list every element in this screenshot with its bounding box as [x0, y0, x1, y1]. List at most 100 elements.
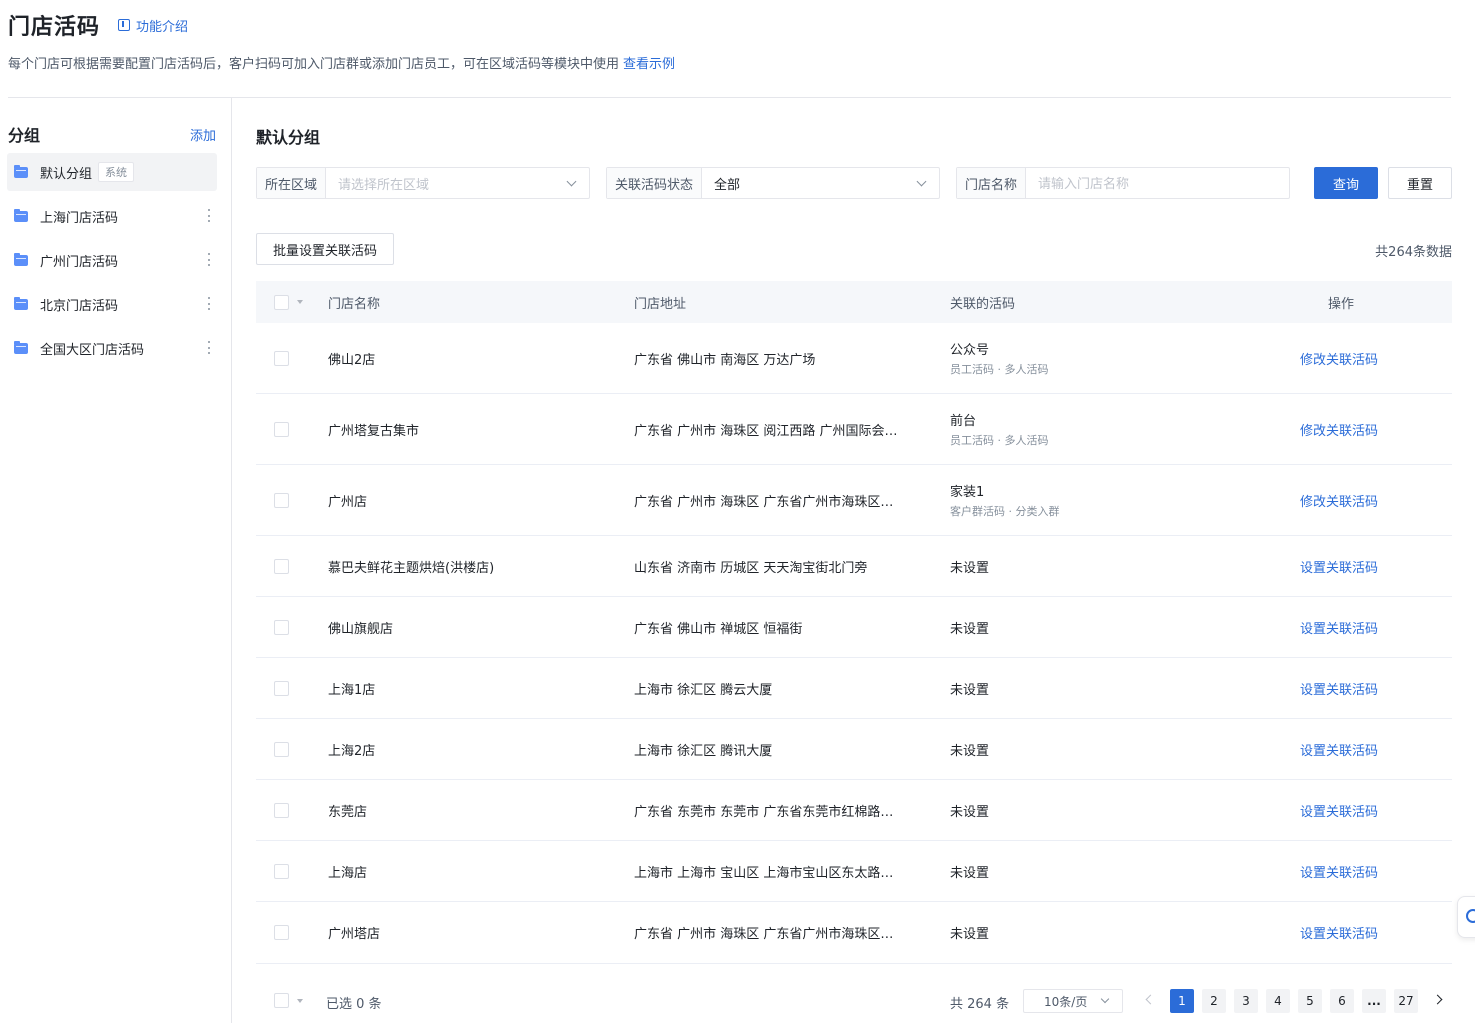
- set-linked-code-link[interactable]: 设置关联活码: [1300, 740, 1378, 759]
- code-name: 未设置: [950, 743, 990, 759]
- code-type: 员工活码 · 多人活码: [950, 434, 1049, 447]
- sidebar-item-label: 广州门店活码: [40, 254, 119, 270]
- more-vertical-icon[interactable]: [208, 297, 211, 310]
- caret-down-icon[interactable]: [297, 300, 303, 304]
- table-row: 广州店 广东省 广州市 海珠区 广东省广州市海珠区阅江西路 家装1 客户群活码 …: [256, 465, 1452, 536]
- page-2-button[interactable]: 2: [1202, 989, 1226, 1013]
- group-list: 默认分组 系统 上海门店活码 广州门店活码 北京门店活码 全国大区门店活码: [7, 153, 217, 373]
- table-row: 上海店 上海市 上海市 宝山区 上海市宝山区东太路大厦 未设置 设置关联活码: [256, 841, 1452, 902]
- set-linked-code-link[interactable]: 设置关联活码: [1300, 923, 1378, 942]
- chevron-down-icon: [1100, 994, 1110, 1004]
- page-5-button[interactable]: 5: [1298, 989, 1322, 1013]
- total-data-count: 共264条数据: [1375, 245, 1452, 260]
- store-name-input[interactable]: [1026, 168, 1289, 198]
- code-name: 未设置: [950, 621, 990, 637]
- page-27-button[interactable]: 27: [1394, 989, 1418, 1013]
- page-6-button[interactable]: 6: [1330, 989, 1354, 1013]
- chevron-down-icon: [916, 176, 927, 186]
- select-all-checkbox[interactable]: [274, 294, 289, 310]
- page-header: 门店活码 功能介绍: [8, 10, 188, 40]
- more-vertical-icon[interactable]: [208, 209, 211, 222]
- col-operation: 操作: [1328, 296, 1355, 312]
- region-select[interactable]: 所在区域 请选择所在区域: [256, 167, 590, 199]
- set-linked-code-link[interactable]: 设置关联活码: [1300, 557, 1378, 576]
- reset-button[interactable]: 重置: [1388, 167, 1452, 199]
- sidebar-item-label: 全国大区门店活码: [40, 342, 145, 358]
- feature-intro-label: 功能介绍: [136, 19, 189, 35]
- more-vertical-icon[interactable]: [208, 341, 211, 354]
- page-3-button[interactable]: 3: [1234, 989, 1258, 1013]
- table-header: 门店名称 门店地址 关联的活码 操作: [256, 281, 1452, 323]
- store-address: 广东省 广州市 海珠区 广东省广州市海珠区阅江西路: [634, 927, 904, 942]
- set-linked-code-link[interactable]: 设置关联活码: [1300, 618, 1378, 637]
- store-address: 上海市 徐汇区 腾讯大厦: [634, 743, 773, 759]
- code-type: 员工活码 · 多人活码: [950, 363, 1049, 376]
- caret-down-icon[interactable]: [297, 999, 303, 1003]
- table-row: 佛山2店 广东省 佛山市 南海区 万达广场 公众号 员工活码 · 多人活码 修改…: [256, 323, 1452, 394]
- add-group-button[interactable]: 添加: [190, 125, 216, 144]
- feature-intro-link[interactable]: 功能介绍: [118, 16, 188, 35]
- next-page-icon[interactable]: [1432, 994, 1443, 1005]
- sidebar-item-national[interactable]: 全国大区门店活码: [7, 329, 217, 367]
- pagination-total: 共 264 条: [950, 997, 1010, 1012]
- row-checkbox[interactable]: [274, 619, 289, 635]
- code-name: 未设置: [950, 927, 990, 942]
- store-name: 广州店: [328, 494, 368, 510]
- row-checkbox[interactable]: [274, 863, 289, 879]
- footer-select-all-checkbox[interactable]: [274, 993, 289, 1008]
- store-address: 广东省 广州市 海珠区 广东省广州市海珠区阅江西路: [634, 494, 904, 510]
- row-checkbox[interactable]: [274, 802, 289, 818]
- more-vertical-icon[interactable]: [208, 253, 211, 266]
- folder-icon: [14, 296, 28, 310]
- store-name: 慕巴夫鲜花主题烘焙(洪楼店): [328, 560, 495, 576]
- code-type: 客户群活码 · 分类入群: [950, 505, 1060, 518]
- store-address: 广东省 佛山市 南海区 万达广场: [634, 352, 816, 368]
- page-4-button[interactable]: 4: [1266, 989, 1290, 1013]
- chevron-down-icon: [566, 176, 577, 186]
- set-linked-code-link[interactable]: 设置关联活码: [1300, 679, 1378, 698]
- store-name: 上海2店: [328, 743, 376, 759]
- page-size-value: 10条/页: [1044, 994, 1088, 1009]
- modify-linked-code-link[interactable]: 修改关联活码: [1300, 420, 1378, 439]
- modify-linked-code-link[interactable]: 修改关联活码: [1300, 349, 1378, 368]
- linked-code: 公众号 员工活码 · 多人活码: [950, 339, 1049, 377]
- floating-help-button[interactable]: [1457, 896, 1475, 938]
- row-checkbox[interactable]: [274, 350, 289, 366]
- query-button[interactable]: 查询: [1314, 167, 1378, 199]
- sidebar-item-default-group[interactable]: 默认分组 系统: [7, 153, 217, 191]
- row-checkbox[interactable]: [274, 492, 289, 508]
- store-address: 山东省 济南市 历城区 天天淘宝街北门旁: [634, 560, 868, 576]
- col-linked-code: 关联的活码: [950, 296, 1016, 312]
- store-name: 东莞店: [328, 804, 368, 820]
- store-name: 佛山2店: [328, 352, 376, 368]
- table-row: 广州塔复古集市 广东省 广州市 海珠区 阅江西路 广州国际会展中心 前台 员工活…: [256, 394, 1452, 465]
- sidebar-item-guangzhou[interactable]: 广州门店活码: [7, 241, 217, 279]
- row-checkbox[interactable]: [274, 925, 289, 940]
- sidebar-item-shanghai[interactable]: 上海门店活码: [7, 197, 217, 235]
- sidebar-item-beijing[interactable]: 北京门店活码: [7, 285, 217, 323]
- batch-set-button[interactable]: 批量设置关联活码: [256, 233, 394, 265]
- store-name-label: 门店名称: [957, 168, 1027, 198]
- folder-icon: [14, 208, 28, 222]
- store-address: 广东省 广州市 海珠区 阅江西路 广州国际会展中心: [634, 423, 904, 439]
- code-name: 未设置: [950, 865, 990, 881]
- status-select[interactable]: 关联活码状态 全部: [606, 167, 940, 199]
- book-icon: [118, 19, 131, 31]
- row-checkbox[interactable]: [274, 421, 289, 437]
- row-checkbox[interactable]: [274, 558, 289, 574]
- row-checkbox[interactable]: [274, 741, 289, 757]
- page-size-select[interactable]: 10条/页: [1023, 989, 1123, 1013]
- code-name: 未设置: [950, 682, 990, 698]
- page-1-button[interactable]: 1: [1170, 989, 1194, 1013]
- linked-code: 家装1 客户群活码 · 分类入群: [950, 481, 1060, 519]
- page-ellipsis-button[interactable]: ...: [1362, 989, 1386, 1013]
- set-linked-code-link[interactable]: 设置关联活码: [1300, 862, 1378, 881]
- sidebar-title: 分组: [8, 126, 41, 145]
- prev-page-icon[interactable]: [1145, 994, 1156, 1005]
- modify-linked-code-link[interactable]: 修改关联活码: [1300, 491, 1378, 510]
- set-linked-code-link[interactable]: 设置关联活码: [1300, 801, 1378, 820]
- view-example-link[interactable]: 查看示例: [623, 57, 675, 72]
- code-name: 未设置: [950, 804, 990, 820]
- row-checkbox[interactable]: [274, 680, 289, 696]
- col-store-name: 门店名称: [328, 296, 381, 312]
